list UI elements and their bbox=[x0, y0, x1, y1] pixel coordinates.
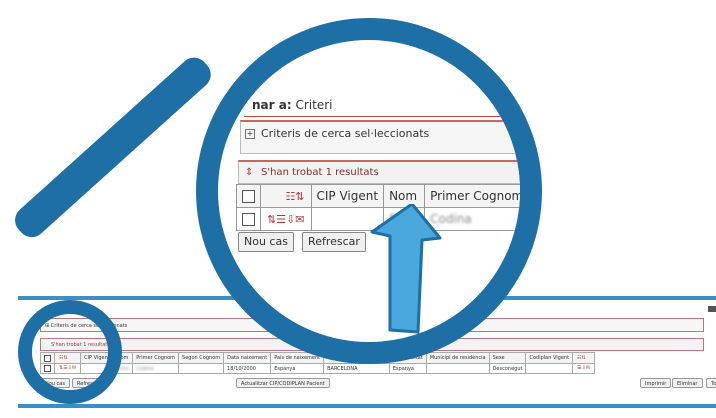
lens-tornar-link[interactable]: Criteri bbox=[295, 98, 332, 112]
column-config-icon[interactable]: ☷⇅ bbox=[577, 355, 586, 361]
lens-results-bar: ⇕ S'han trobat 1 resultats bbox=[238, 160, 520, 184]
lens-results-label: S'han trobat 1 resultats bbox=[261, 167, 379, 178]
results-sort-icon: ⇕ bbox=[245, 167, 254, 178]
cell-data-naixement: 18/10/2000 bbox=[223, 363, 272, 374]
arrow-shape bbox=[370, 204, 442, 334]
eliminar-button[interactable]: Eliminar bbox=[672, 378, 703, 388]
lens-buttons-row: Nou cas Refrescar bbox=[238, 230, 369, 252]
cell-nacionalitat: Espanya bbox=[388, 363, 427, 374]
cell-codiplan-vigent bbox=[525, 363, 574, 374]
tornar-button[interactable]: Tornar bbox=[706, 378, 716, 388]
lens-nou-cas-button[interactable]: Nou cas bbox=[238, 232, 294, 252]
row-checkbox[interactable] bbox=[242, 213, 255, 226]
column-config-icon[interactable]: ☷⇅ bbox=[285, 190, 304, 203]
imprimir-button[interactable]: Imprimir bbox=[640, 378, 672, 388]
cell-sexe: Desconegut bbox=[488, 363, 527, 374]
col-municipi-residencia[interactable]: Municipi de residència bbox=[425, 352, 490, 364]
lens-criteria-panel[interactable]: + Criteris de cerca sel·leccionats bbox=[240, 120, 520, 154]
lens-tornar-breadcrumb: nar a: Criteri bbox=[252, 98, 332, 112]
row-action-icons[interactable]: ⇅☰⇩✉ bbox=[267, 213, 305, 226]
row-actions-cell-right[interactable]: ☰⇩✉ bbox=[572, 363, 595, 374]
lens-row-actions-cell[interactable]: ⇅☰⇩✉ bbox=[260, 207, 312, 231]
col-segon-cognom[interactable]: Segon Cognom bbox=[178, 352, 225, 364]
lens-criteria-label: Criteris de cerca sel·leccionats bbox=[261, 127, 430, 140]
row-action-icons[interactable]: ☰⇩✉ bbox=[577, 365, 590, 371]
col-data-naixement[interactable]: Data naixement bbox=[223, 352, 272, 364]
table-row[interactable]: ⇅☰⇩✉ Enric Codina 18/10/2000 Espanya BAR… bbox=[40, 363, 595, 374]
lens-column-config-cell[interactable]: ☷⇅ bbox=[260, 184, 312, 208]
lens-row-select-cell[interactable] bbox=[236, 207, 261, 231]
cell-provincia-naixement: BARCELONA bbox=[323, 363, 390, 374]
col-sexe[interactable]: Sexe bbox=[488, 352, 527, 364]
cell-segon-cognom bbox=[178, 363, 225, 374]
select-all-checkbox[interactable] bbox=[242, 190, 255, 203]
lens-select-all-cell[interactable] bbox=[236, 184, 261, 208]
cell-municipi-residencia bbox=[425, 363, 490, 374]
action-buttons-row: Nou cas Refrescar Actualitzar CIP/CODIPL… bbox=[40, 378, 716, 390]
window-control-icon bbox=[708, 306, 716, 312]
magnifier-small-ring bbox=[18, 300, 122, 404]
cell-primer-cognom: Codina bbox=[132, 363, 180, 374]
cell-pais-naixement: Espanya bbox=[270, 363, 325, 374]
lens-tornar-prefix: nar a: bbox=[252, 98, 292, 112]
expand-plus-icon[interactable]: + bbox=[245, 129, 255, 139]
col-primer-cognom[interactable]: Primer Cognom bbox=[132, 352, 180, 364]
column-config-cell-right[interactable]: ☷⇅ bbox=[572, 352, 595, 364]
divider bbox=[244, 116, 520, 117]
up-arrow-icon bbox=[370, 204, 442, 334]
lens-refrescar-button[interactable]: Refrescar bbox=[302, 232, 366, 252]
actualitzar-cip-button[interactable]: Actualitzar CIP/CODIPLAN Pacient bbox=[236, 378, 330, 388]
magnifier-handle bbox=[9, 51, 217, 243]
col-codiplan-vigent[interactable]: Codiplan Vigent bbox=[525, 352, 574, 364]
